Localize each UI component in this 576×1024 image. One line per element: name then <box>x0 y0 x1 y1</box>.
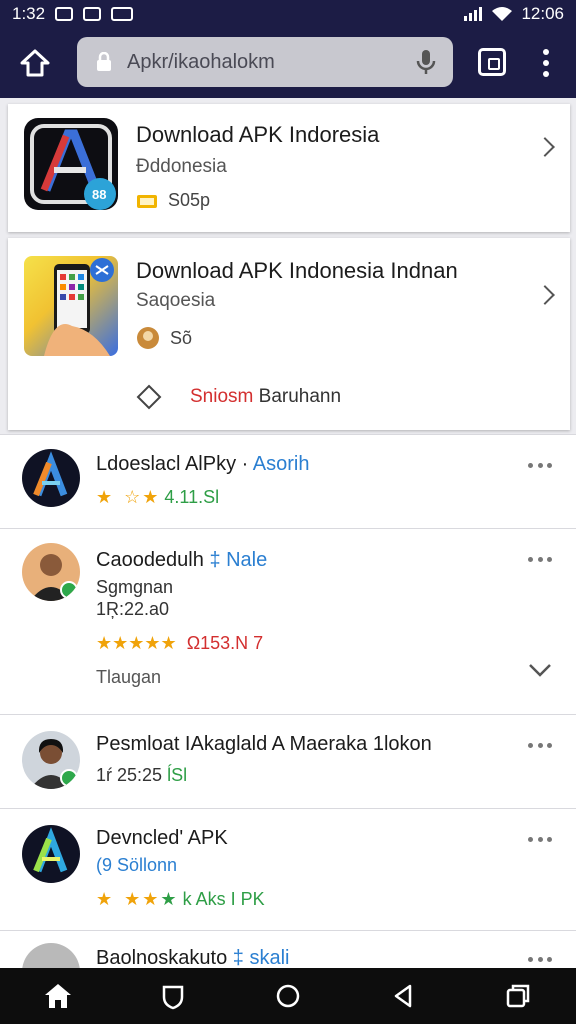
bottom-nav-bar <box>0 968 576 1024</box>
avatar-badge-icon <box>137 327 159 349</box>
row-footer: Tlaugan <box>96 667 162 687</box>
card-meta-text: S05p <box>168 190 211 210</box>
browser-toolbar: Apkr/ikaohalokm <box>0 28 576 98</box>
signal-icon <box>464 7 483 21</box>
card-meta-text: Sõ <box>170 327 193 348</box>
address-bar[interactable]: Apkr/ikaohalokm <box>77 37 453 87</box>
shield-icon[interactable] <box>158 981 188 1011</box>
voicemail-icon <box>111 7 134 21</box>
more-options-icon[interactable] <box>528 837 552 843</box>
verified-icon <box>60 769 78 787</box>
person-avatar <box>22 943 80 968</box>
home-icon[interactable] <box>18 46 52 80</box>
phone-app-icon <box>24 256 118 356</box>
result-card[interactable]: Download APK Indonesia Indnan Saqoesia S… <box>8 238 570 430</box>
card-title[interactable]: Download APK Indonesia Indnan <box>136 258 458 284</box>
back-icon[interactable] <box>388 981 418 1011</box>
lock-icon <box>97 52 111 71</box>
card-subtitle: Saqoesia <box>136 290 216 311</box>
card-title[interactable]: Download APK Indoresia <box>136 122 379 148</box>
card-subtitle: Ðddonesia <box>136 156 227 177</box>
chevron-right-icon[interactable] <box>535 285 555 305</box>
notification-icon <box>55 7 74 21</box>
row-date: 1ŕ 25:25 ĺSl <box>96 765 188 785</box>
list-item[interactable]: Pesmloat IAkaglald A Maeraka 1lokon 1ŕ 2… <box>0 714 576 808</box>
card-meta: S05p <box>136 190 210 211</box>
row-title[interactable]: Pesmloat IAkaglald A Maeraka 1lokon <box>96 733 432 756</box>
more-options-icon[interactable] <box>528 463 552 469</box>
row-subtitle: (9 Söllonn <box>96 855 178 875</box>
svg-text:88: 88 <box>92 187 106 202</box>
rating: ★ ★ ★ ★ k Aks I PK <box>96 889 265 909</box>
status-clock: 12:06 <box>521 4 564 23</box>
status-bar: 1:32 12:06 <box>0 0 576 28</box>
url-text[interactable]: Apkr/ikaohalokm <box>127 51 413 74</box>
more-options-icon[interactable] <box>528 743 552 749</box>
ticket-icon <box>137 194 157 208</box>
gallery-icon <box>83 7 102 21</box>
mic-icon[interactable] <box>413 47 439 77</box>
person-avatar <box>22 731 80 789</box>
home-circle-icon[interactable] <box>273 981 303 1011</box>
home-nav-icon[interactable] <box>43 981 73 1011</box>
chevron-right-icon[interactable] <box>535 137 555 157</box>
list-item[interactable]: Ldoeslacl AlPky · Asorih ★ ☆ ★ 4.11.Sl <box>0 434 576 528</box>
page-content: 88 Download APK Indoresia Ðddonesia S05p… <box>0 98 576 968</box>
footer-text: Baruhann <box>258 386 342 407</box>
list-item[interactable]: Caoodedulh ‡ Nale Sgmgnan 1Ŗ:22.a0 ★★★★★… <box>0 528 576 714</box>
card-meta: Sõ <box>136 326 192 350</box>
row-title[interactable]: Caoodedulh ‡ Nale <box>96 549 267 572</box>
list-item[interactable]: Baolnoskakuto ‡ skali <box>0 930 576 968</box>
row-title[interactable]: Baolnoskakuto ‡ skali <box>96 947 289 968</box>
rating: ★ ☆ ★ 4.11.Sl <box>96 487 220 507</box>
row-subtitle: Sgmgnan <box>96 577 174 597</box>
apk-logo-avatar <box>22 825 80 883</box>
row-title[interactable]: Devncled' APK <box>96 827 228 850</box>
apk-logo-avatar <box>22 449 80 507</box>
recents-icon[interactable] <box>503 981 533 1011</box>
person-avatar <box>22 543 80 601</box>
footer-red-text: Sniosm <box>190 386 254 407</box>
status-time: 1:32 <box>12 4 46 23</box>
list-item[interactable]: Devncled' APK (9 Söllonn ★ ★ ★ ★ k Aks I PK <box>0 808 576 930</box>
more-options-icon[interactable] <box>528 957 552 963</box>
apk-app-icon: 88 <box>24 118 118 210</box>
row-title[interactable]: Ldoeslacl AlPky · Asorih <box>96 453 309 476</box>
card-footer: Sniosm Baruhann <box>136 384 341 410</box>
overflow-menu-icon[interactable] <box>538 46 554 80</box>
row-date: 1Ŗ:22.a0 <box>96 599 170 619</box>
rating: ★★★★★ Ω153.N 7 <box>96 633 264 653</box>
tabs-icon[interactable] <box>478 48 506 76</box>
verified-icon <box>60 581 78 599</box>
result-card[interactable]: 88 Download APK Indoresia Ðddonesia S05p <box>8 104 570 232</box>
more-options-icon[interactable] <box>528 557 552 563</box>
chevron-down-icon[interactable] <box>528 663 552 677</box>
wifi-icon <box>492 7 513 21</box>
tag-icon[interactable] <box>136 384 162 410</box>
